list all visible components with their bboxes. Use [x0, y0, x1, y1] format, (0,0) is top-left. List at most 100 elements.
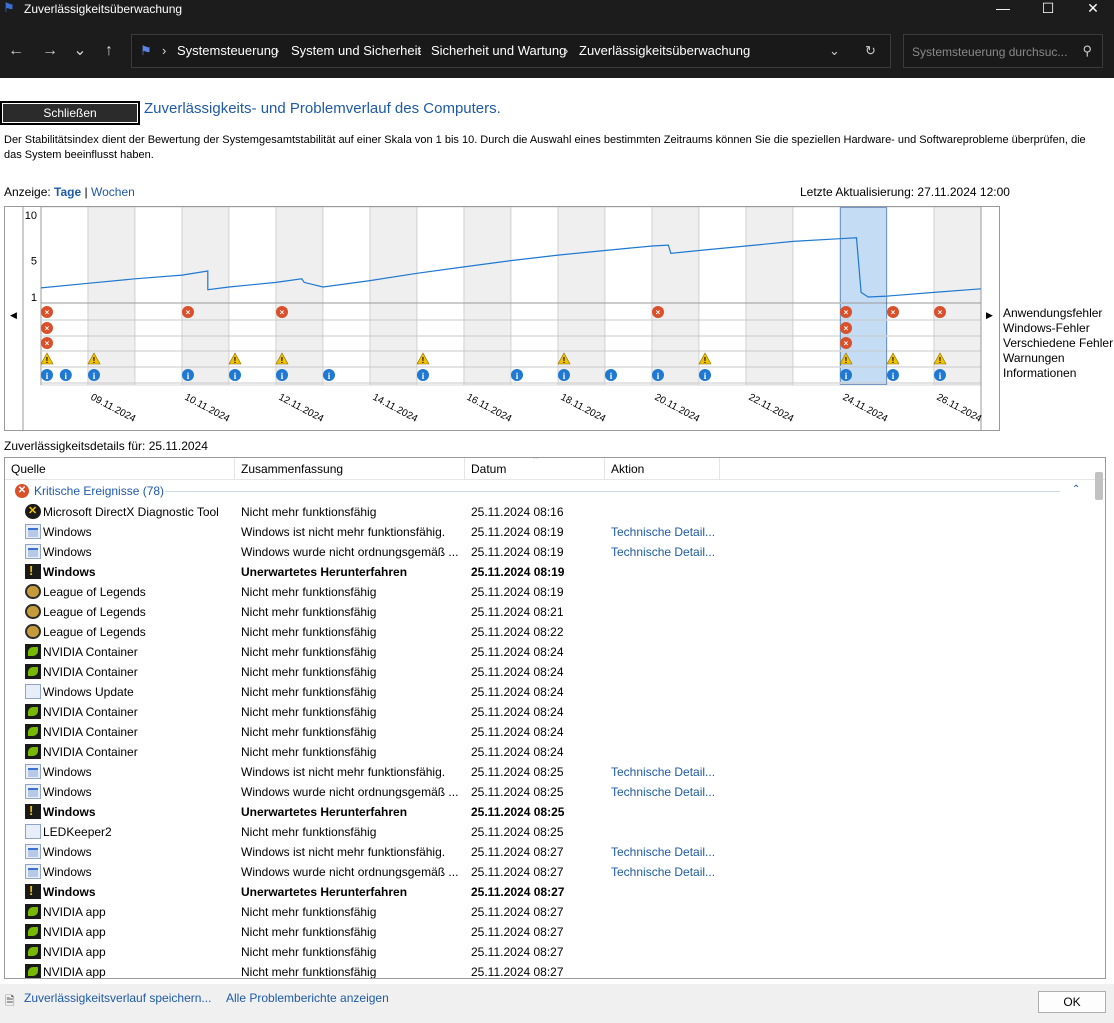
row-summary: Nicht mehr funktionsfähig: [241, 665, 377, 679]
address-box[interactable]: ⚑ › Systemsteuerung › System und Sicherh…: [131, 34, 891, 68]
table-row[interactable]: LEDKeeper2 Nicht mehr funktionsfähig 25.11…: [5, 822, 1091, 842]
group-label[interactable]: Kritische Ereignisse (78): [34, 484, 164, 498]
recent-locations-button[interactable]: ⌄: [68, 40, 92, 62]
window-title: Zuverlässigkeitsüberwachung: [24, 2, 183, 16]
group-critical-events[interactable]: ✕ Kritische Ereignisse (78) ⌃: [15, 484, 1100, 500]
table-row[interactable]: NVIDIA Container Nicht mehr funktionsfähi…: [5, 662, 1091, 682]
row-source: NVIDIA Container: [43, 665, 138, 679]
breadcrumb-zuverlaessigkeit[interactable]: Zuverlässigkeitsüberwachung: [579, 43, 750, 59]
table-row[interactable]: League of Legends Nicht mehr funktionsfäh…: [5, 602, 1091, 622]
minimize-button[interactable]: —: [980, 0, 1026, 22]
collapse-icon[interactable]: ⌃: [1072, 484, 1080, 495]
search-icon[interactable]: ⚲: [1082, 43, 1092, 59]
breadcrumb-system-sicherheit[interactable]: System und Sicherheit: [291, 43, 421, 59]
technical-details-link[interactable]: Technische Detail...: [611, 862, 715, 882]
row-summary: Nicht mehr funktionsfähig: [241, 725, 377, 739]
technical-details-link[interactable]: Technische Detail...: [611, 522, 715, 542]
technical-details-link[interactable]: Technische Detail...: [611, 782, 715, 802]
row-summary: Nicht mehr funktionsfähig: [241, 645, 377, 659]
technical-details-link[interactable]: Technische Detail...: [611, 542, 715, 562]
table-row[interactable]: NVIDIA app Nicht mehr funktionsfähig 25.11…: [5, 902, 1091, 922]
chart-scroll-right-icon[interactable]: ▶: [986, 310, 993, 321]
table-row[interactable]: Windows Unerwartetes Herunterfahren 25.11.…: [5, 561, 1091, 582]
warning-mark: !: [422, 356, 425, 365]
address-dropdown-icon[interactable]: ⌄: [829, 43, 840, 59]
table-row[interactable]: League of Legends Nicht mehr funktionsfäh…: [5, 622, 1091, 642]
search-box[interactable]: ⚲: [903, 34, 1103, 68]
maximize-button[interactable]: ☐: [1025, 0, 1071, 22]
breadcrumb-systemsteuerung[interactable]: Systemsteuerung: [177, 43, 278, 59]
row-label-app-errors: Anwendungsfehler: [1003, 306, 1103, 320]
row-summary: Nicht mehr funktionsfähig: [241, 905, 377, 919]
row-date: 25.11.2024 08:27: [471, 905, 564, 919]
day-column: [510, 207, 559, 386]
table-row[interactable]: NVIDIA app Nicht mehr funktionsfähig 25.11…: [5, 942, 1091, 962]
table-row[interactable]: Windows Windows ist nicht mehr funktionsf…: [5, 762, 1091, 782]
row-label-information: Informationen: [1003, 366, 1077, 380]
refresh-icon[interactable]: ↻: [865, 43, 876, 59]
table-row[interactable]: NVIDIA app Nicht mehr funktionsfähig 25.11…: [5, 962, 1091, 978]
table-row[interactable]: League of Legends Nicht mehr funktionsfäh…: [5, 582, 1091, 602]
stability-chart[interactable]: 10 5 1 × × × × × × × × × × ×!!!!!!!!!! i i i i i i i i i i i i i i i…: [4, 206, 1000, 431]
view-days-link[interactable]: Tage: [54, 185, 81, 199]
close-window-button[interactable]: ✕: [1070, 0, 1114, 22]
table-row[interactable]: NVIDIA Container Nicht mehr funktionsfähi…: [5, 742, 1091, 762]
list-scrollbar[interactable]: [1095, 472, 1103, 500]
back-button[interactable]: ←: [4, 40, 28, 62]
error-icon: ✕: [15, 484, 29, 498]
day-column: [181, 207, 230, 386]
details-list[interactable]: Quelle Zusammenfassung Datum Aktion ⌃ ✕ …: [4, 457, 1106, 979]
forward-button[interactable]: →: [38, 40, 62, 62]
description: Der Stabilitätsindex dient der Bewertung…: [4, 134, 1086, 161]
column-action[interactable]: Aktion: [605, 458, 720, 480]
save-history-link[interactable]: Zuverlässigkeitsverlauf speichern...: [24, 991, 211, 1005]
close-button[interactable]: Schließen: [0, 101, 140, 125]
column-source[interactable]: Quelle: [5, 458, 235, 480]
ok-button[interactable]: OK: [1038, 991, 1106, 1013]
warning-mark: !: [892, 356, 895, 365]
stability-chart-svg[interactable]: 1051× × × × × × ×× ×× ×!!!!!!!!! !i i i i i i i i i i i i i i i…: [5, 207, 999, 430]
row-date: 25.11.2024 08:24: [471, 685, 564, 699]
row-summary: Nicht mehr funktionsfähig: [241, 925, 377, 939]
row-summary: Nicht mehr funktionsfähig: [241, 605, 377, 619]
table-row[interactable]: Windows Windows wurde nicht ordnungsgemäß…: [5, 862, 1091, 882]
all-problem-reports-link[interactable]: Alle Problemberichte anzeigen: [226, 991, 389, 1005]
table-row[interactable]: Microsoft DirectX Diagnostic Tool Nicht m…: [5, 501, 1091, 522]
row-summary: Windows ist nicht mehr funktionsfähig.: [241, 845, 446, 859]
row-summary: Windows ist nicht mehr funktionsfähig.: [241, 525, 446, 539]
table-row[interactable]: Windows Windows ist nicht mehr funktionsf…: [5, 522, 1091, 542]
breadcrumb-sicherheit-wartung[interactable]: Sicherheit und Wartung: [431, 43, 566, 59]
flag-icon: ⚑: [3, 0, 15, 15]
technical-details-link[interactable]: Technische Detail...: [611, 762, 715, 782]
day-column: [369, 207, 418, 386]
shutdown-warning-icon: [25, 881, 41, 901]
column-summary[interactable]: Zusammenfassung: [235, 458, 465, 480]
table-row[interactable]: NVIDIA Container Nicht mehr funktionsfähi…: [5, 722, 1091, 742]
table-row[interactable]: NVIDIA Container Nicht mehr funktionsfähi…: [5, 702, 1091, 722]
search-input[interactable]: [912, 44, 1077, 60]
view-weeks-link[interactable]: Wochen: [91, 185, 135, 199]
row-source: Windows Update: [43, 685, 134, 699]
table-row[interactable]: NVIDIA Container Nicht mehr funktionsfähi…: [5, 642, 1091, 662]
row-summary: Nicht mehr funktionsfähig: [241, 685, 377, 699]
row-summary: Nicht mehr funktionsfähig: [241, 505, 377, 519]
day-column: [792, 207, 841, 386]
error-mark: ×: [186, 308, 191, 317]
window-icon: [25, 684, 41, 699]
row-date: 25.11.2024 08:24: [471, 745, 564, 759]
table-row[interactable]: Windows Unerwartetes Herunterfahren 25.11.…: [5, 881, 1091, 902]
table-row[interactable]: Windows Update Nicht mehr funktionsfähig 2…: [5, 682, 1091, 702]
row-date: 25.11.2024 08:25: [471, 825, 564, 839]
row-source: Windows: [43, 785, 92, 799]
table-row[interactable]: Windows Windows wurde nicht ordnungsgemäß…: [5, 542, 1091, 562]
table-row[interactable]: Windows Unerwartetes Herunterfahren 25.11.…: [5, 801, 1091, 822]
table-row[interactable]: NVIDIA app Nicht mehr funktionsfähig 25.11…: [5, 922, 1091, 942]
row-summary: Nicht mehr funktionsfähig: [241, 585, 377, 599]
nvidia-icon: [25, 744, 41, 759]
chart-scroll-left-icon[interactable]: ◀: [10, 310, 17, 321]
control-panel-icon: ⚑: [140, 43, 152, 58]
technical-details-link[interactable]: Technische Detail...: [611, 842, 715, 862]
table-row[interactable]: Windows Windows wurde nicht ordnungsgemäß…: [5, 782, 1091, 802]
up-button[interactable]: ↑: [97, 40, 121, 62]
table-row[interactable]: Windows Windows ist nicht mehr funktionsf…: [5, 842, 1091, 862]
